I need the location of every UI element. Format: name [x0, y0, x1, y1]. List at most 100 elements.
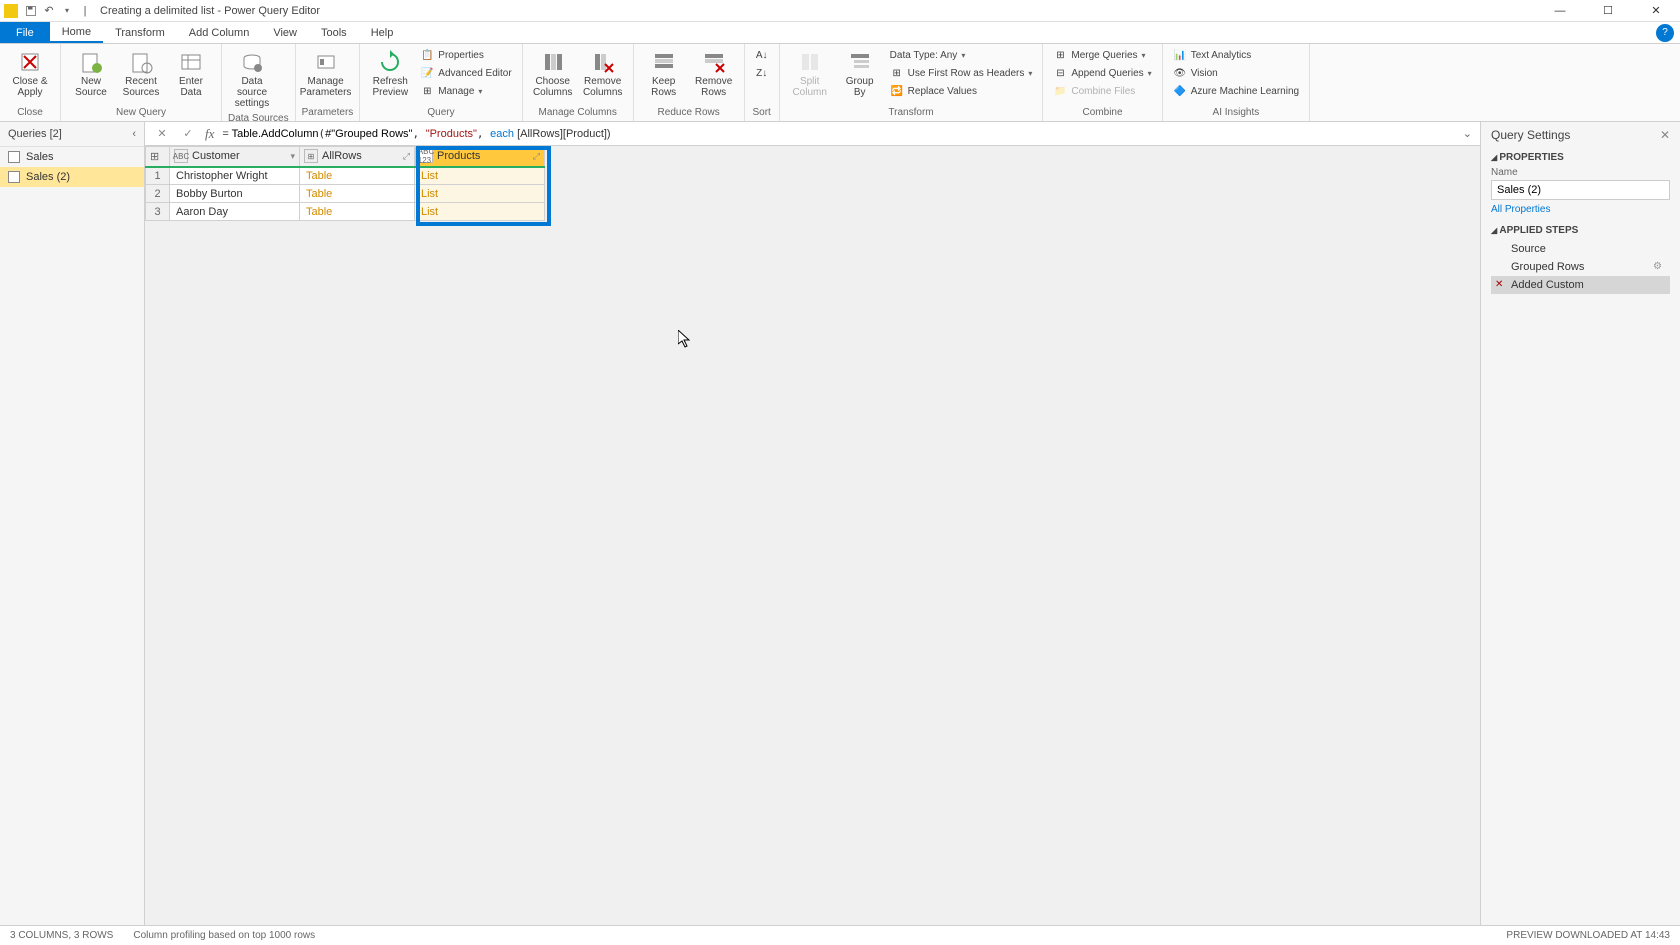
table-link[interactable]: Table — [306, 170, 332, 182]
step-grouped-rows[interactable]: Grouped Rows⚙ — [1491, 258, 1670, 276]
append-queries-button[interactable]: ⊟Append Queries — [1049, 64, 1155, 82]
remove-columns-button[interactable]: Remove Columns — [579, 46, 627, 100]
manage-parameters-button[interactable]: Manage Parameters — [302, 46, 350, 100]
all-properties-link[interactable]: All Properties — [1491, 204, 1550, 215]
editor-icon: 📝 — [420, 66, 434, 80]
help-icon[interactable]: ? — [1656, 24, 1674, 42]
gear-icon[interactable]: ⚙ — [1653, 261, 1662, 273]
data-grid: ⊞ ABCCustomer▾ ⊞AllRows⤢ ABC123Products⤢… — [145, 146, 545, 221]
tab-home[interactable]: Home — [50, 22, 103, 43]
query-name-input[interactable] — [1491, 180, 1670, 200]
list-link[interactable]: List — [421, 188, 438, 200]
grid-corner[interactable]: ⊞ — [146, 147, 170, 167]
group-by-button[interactable]: Group By — [836, 46, 884, 100]
data-source-settings-button[interactable]: Data source settings — [228, 46, 276, 111]
table-row[interactable]: 2 Bobby Burton Table List — [146, 185, 545, 203]
query-item-sales[interactable]: Sales — [0, 147, 144, 167]
tab-view[interactable]: View — [261, 22, 309, 43]
sort-desc-button[interactable]: Z↓ — [751, 64, 773, 82]
maximize-button[interactable]: ☐ — [1588, 0, 1628, 22]
remove-rows-button[interactable]: Remove Rows — [690, 46, 738, 100]
choose-columns-button[interactable]: Choose Columns — [529, 46, 577, 100]
divider: | — [76, 2, 94, 20]
enter-data-button[interactable]: Enter Data — [167, 46, 215, 100]
fx-icon[interactable]: fx — [205, 126, 214, 142]
status-preview-time: PREVIEW DOWNLOADED AT 14:43 — [1506, 930, 1670, 941]
recent-sources-button[interactable]: Recent Sources — [117, 46, 165, 100]
table-icon — [8, 171, 20, 183]
tab-tools[interactable]: Tools — [309, 22, 359, 43]
advanced-editor-button[interactable]: 📝Advanced Editor — [416, 64, 515, 82]
list-link[interactable]: List — [421, 170, 438, 182]
replace-values-button[interactable]: 🔁Replace Values — [886, 82, 1037, 100]
manage-icon: ⊞ — [420, 84, 434, 98]
table-link[interactable]: Table — [306, 206, 332, 218]
tab-add-column[interactable]: Add Column — [177, 22, 262, 43]
undo-icon[interactable]: ↶ — [40, 2, 58, 20]
manage-button[interactable]: ⊞Manage — [416, 82, 515, 100]
collapse-queries-icon[interactable]: ‹ — [132, 128, 136, 140]
parameters-icon — [312, 48, 340, 76]
tab-help[interactable]: Help — [359, 22, 406, 43]
choose-columns-icon — [539, 48, 567, 76]
filter-icon[interactable]: ▾ — [290, 151, 295, 162]
properties-section[interactable]: PROPERTIES — [1491, 152, 1670, 163]
data-type-button[interactable]: Data Type: Any — [886, 46, 1037, 64]
close-settings-icon[interactable]: ✕ — [1660, 128, 1670, 142]
formula-accept-icon[interactable]: ✓ — [179, 125, 197, 143]
recent-sources-icon — [127, 48, 155, 76]
close-apply-icon — [16, 48, 44, 76]
sort-asc-icon: A↓ — [755, 48, 769, 62]
any-type-icon: ABC123 — [419, 149, 433, 163]
group-by-icon — [846, 48, 874, 76]
vision-button[interactable]: 👁Vision — [1169, 64, 1303, 82]
center-area: ✕ ✓ fx = Table.AddColumn(#"Grouped Rows"… — [145, 122, 1480, 925]
expand-icon[interactable]: ⤢ — [403, 151, 410, 162]
azure-ml-button[interactable]: 🔷Azure Machine Learning — [1169, 82, 1303, 100]
keep-rows-button[interactable]: Keep Rows — [640, 46, 688, 100]
formula-cancel-icon[interactable]: ✕ — [153, 125, 171, 143]
table-link[interactable]: Table — [306, 188, 332, 200]
statusbar: 3 COLUMNS, 3 ROWS Column profiling based… — [0, 925, 1680, 945]
first-row-headers-button[interactable]: ⊞Use First Row as Headers — [886, 64, 1037, 82]
table-row[interactable]: 1 Christopher Wright Table List — [146, 167, 545, 185]
expand-icon[interactable]: ⤢ — [533, 151, 540, 162]
step-source[interactable]: Source — [1491, 240, 1670, 258]
text-analytics-button[interactable]: 📊Text Analytics — [1169, 46, 1303, 64]
formula-expand-icon[interactable]: ⌄ — [1463, 127, 1472, 140]
properties-icon: 📋 — [420, 48, 434, 62]
save-icon[interactable] — [22, 2, 40, 20]
minimize-button[interactable]: — — [1540, 0, 1580, 22]
tab-file[interactable]: File — [0, 22, 50, 43]
tab-transform[interactable]: Transform — [103, 22, 177, 43]
table-row[interactable]: 3 Aaron Day Table List — [146, 203, 545, 221]
sort-desc-icon: Z↓ — [755, 66, 769, 80]
headers-icon: ⊞ — [890, 66, 904, 80]
step-added-custom[interactable]: ✕Added Custom — [1491, 276, 1670, 294]
merge-queries-button[interactable]: ⊞Merge Queries — [1049, 46, 1155, 64]
query-item-sales-2[interactable]: Sales (2) — [0, 167, 144, 187]
split-column-button: Split Column — [786, 46, 834, 100]
column-header-products[interactable]: ABC123Products⤢ — [415, 147, 545, 167]
column-header-allrows[interactable]: ⊞AllRows⤢ — [300, 147, 415, 167]
refresh-preview-button[interactable]: Refresh Preview — [366, 46, 414, 100]
close-apply-button[interactable]: Close & Apply — [6, 46, 54, 100]
menu-tabs: File Home Transform Add Column View Tool… — [0, 22, 1680, 44]
qat-dropdown[interactable] — [58, 2, 76, 20]
close-button[interactable]: ✕ — [1636, 0, 1676, 22]
formula-input[interactable]: = Table.AddColumn(#"Grouped Rows", "Prod… — [222, 127, 1454, 140]
sort-asc-button[interactable]: A↓ — [751, 46, 773, 64]
list-link[interactable]: List — [421, 206, 438, 218]
new-source-icon — [77, 48, 105, 76]
properties-button[interactable]: 📋Properties — [416, 46, 515, 64]
column-header-customer[interactable]: ABCCustomer▾ — [170, 147, 300, 167]
refresh-icon — [376, 48, 404, 76]
new-source-button[interactable]: New Source — [67, 46, 115, 100]
applied-steps-section[interactable]: APPLIED STEPS — [1491, 225, 1670, 236]
query-settings-pane: Query Settings ✕ PROPERTIES Name All Pro… — [1480, 122, 1680, 925]
status-profiling: Column profiling based on top 1000 rows — [133, 930, 315, 941]
queries-header: Queries [2] ‹ — [0, 122, 144, 147]
window-title: Creating a delimited list - Power Query … — [100, 5, 320, 17]
delete-step-icon[interactable]: ✕ — [1495, 279, 1503, 290]
split-column-icon — [796, 48, 824, 76]
